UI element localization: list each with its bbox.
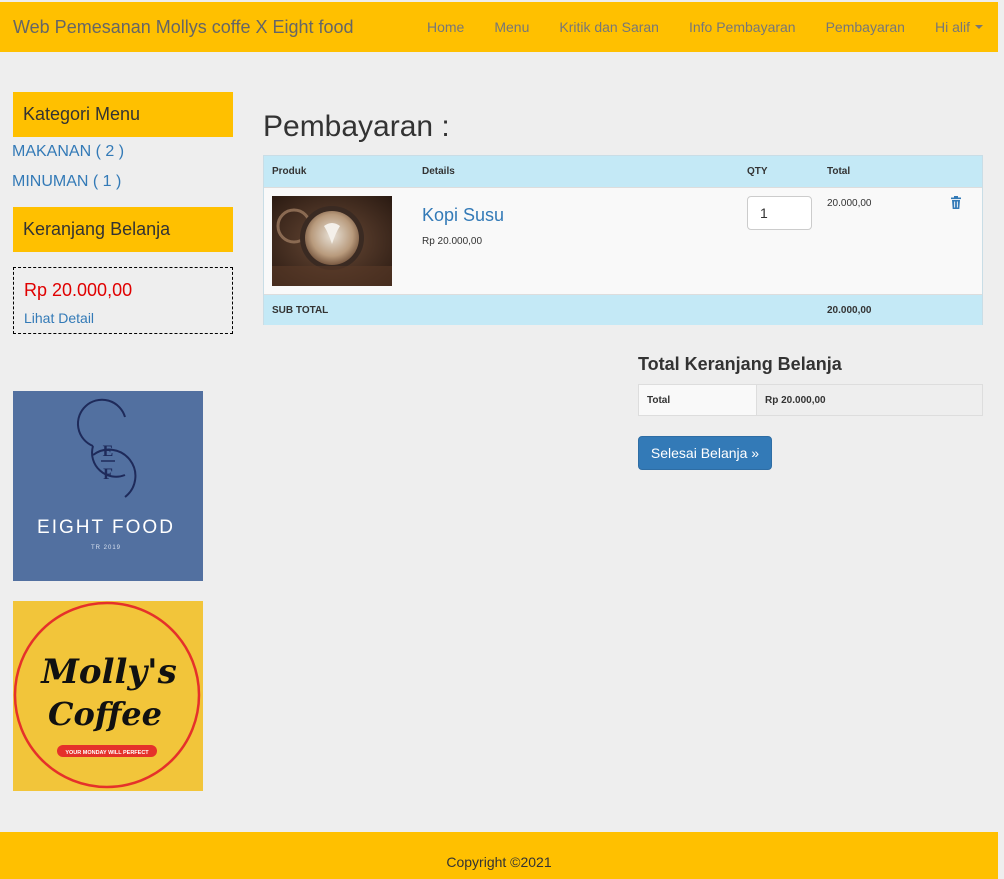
quantity-input[interactable]: [747, 196, 812, 230]
header-details: Details: [422, 166, 455, 177]
nav-menu: Home Menu Kritik dan Saran Info Pembayar…: [412, 2, 998, 52]
header-qty: QTY: [747, 166, 768, 177]
page-title: Pembayaran :: [263, 110, 450, 143]
nav-home[interactable]: Home: [412, 2, 479, 52]
category-heading: Kategori Menu: [13, 92, 233, 137]
product-name-link[interactable]: Kopi Susu: [422, 205, 504, 226]
user-greeting: Hi alif: [934, 19, 970, 35]
product-price: Rp 20.000,00: [422, 236, 483, 247]
cart-heading: Keranjang Belanja: [13, 207, 233, 252]
summary-table: Total Rp 20.000,00: [638, 384, 983, 416]
product-image: [272, 196, 392, 286]
brand-link[interactable]: Web Pemesanan Mollys coffe X Eight food: [0, 17, 354, 38]
subtotal-value: 20.000,00: [827, 305, 872, 316]
nav-kritik-saran[interactable]: Kritik dan Saran: [544, 2, 674, 52]
summary-title: Total Keranjang Belanja: [638, 354, 842, 374]
table-row: Kopi Susu Rp 20.000,00 20.000,00: [264, 187, 982, 294]
summary-total-value: Rp 20.000,00: [757, 385, 982, 415]
table-subtotal-row: SUB TOTAL 20.000,00: [264, 294, 982, 325]
header-product: Produk: [272, 166, 307, 177]
cart-amount: Rp 20.000,00: [24, 280, 133, 300]
finish-shopping-button[interactable]: Selesai Belanja »: [638, 436, 772, 470]
mollys-tagline: YOUR MONDAY WILL PERFECT: [65, 750, 149, 756]
row-total: 20.000,00: [827, 198, 872, 209]
trash-icon[interactable]: [950, 196, 962, 210]
coffee-text: Coffee: [48, 695, 162, 733]
subtotal-label: SUB TOTAL: [272, 305, 329, 316]
navbar: Web Pemesanan Mollys coffe X Eight food …: [0, 2, 998, 52]
mollys-text: Molly's: [40, 652, 176, 692]
footer: Copyright ©2021: [0, 832, 998, 879]
mollys-coffee-logo: Molly's Coffee YOUR MONDAY WILL PERFECT: [13, 601, 203, 791]
logo-monogram-e: E: [103, 443, 114, 460]
nav-user-dropdown[interactable]: Hi alif: [920, 2, 998, 52]
table-header-row: Produk Details QTY Total: [264, 156, 982, 187]
cart-summary-box: Rp 20.000,00 Lihat Detail: [13, 267, 233, 334]
category-minuman-link[interactable]: MINUMAN ( 1 ): [12, 173, 121, 191]
nav-menu-link[interactable]: Menu: [479, 2, 544, 52]
caret-down-icon: [975, 25, 983, 29]
copyright-text: Copyright ©2021: [446, 853, 552, 870]
nav-pembayaran[interactable]: Pembayaran: [811, 2, 920, 52]
cart-table: Produk Details QTY Total Kopi Susu Rp 20…: [263, 155, 983, 325]
eight-food-text: EIGHT FOOD: [37, 517, 175, 538]
summary-total-label: Total: [639, 385, 757, 415]
category-makanan-link[interactable]: MAKANAN ( 2 ): [12, 143, 124, 161]
header-total: Total: [827, 166, 851, 177]
eight-food-subtext: TR 2019: [91, 545, 121, 551]
nav-info-pembayaran[interactable]: Info Pembayaran: [674, 2, 811, 52]
cart-detail-link[interactable]: Lihat Detail: [24, 310, 222, 326]
eight-food-logo: E F EIGHT FOOD TR 2019: [13, 391, 203, 581]
logo-monogram-f: F: [103, 466, 113, 483]
